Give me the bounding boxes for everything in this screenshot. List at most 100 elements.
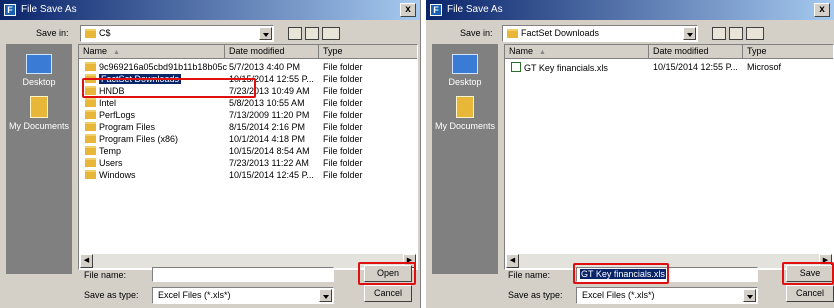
scroll-left-icon[interactable]: ◀ bbox=[506, 254, 519, 268]
list-item[interactable]: HNDB 7/23/2013 10:49 AM File folder bbox=[79, 85, 417, 97]
app-icon: F bbox=[430, 4, 442, 16]
item-date: 10/15/2014 12:55 P... bbox=[229, 74, 314, 84]
save-as-type-value: Excel Files (*.xls*) bbox=[582, 290, 655, 300]
close-button[interactable]: x bbox=[400, 3, 416, 17]
place-my-documents[interactable]: My Documents bbox=[432, 96, 498, 131]
cancel-button[interactable]: Cancel bbox=[364, 285, 412, 302]
item-type: File folder bbox=[323, 98, 363, 108]
item-date: 7/23/2013 10:49 AM bbox=[229, 86, 310, 96]
item-name: Intel bbox=[99, 98, 117, 108]
item-name: Windows bbox=[99, 170, 136, 180]
list-item[interactable]: Windows 10/15/2014 12:45 P... File folder bbox=[79, 169, 417, 181]
item-type: File folder bbox=[323, 170, 363, 180]
folder-icon bbox=[507, 29, 518, 39]
title-bar[interactable]: F File Save As x bbox=[426, 0, 834, 20]
horizontal-scrollbar[interactable]: ◀ ▶ bbox=[506, 254, 832, 268]
chevron-down-icon[interactable] bbox=[319, 289, 332, 302]
places-bar: Desktop My Documents bbox=[432, 44, 498, 274]
chevron-down-icon[interactable] bbox=[683, 27, 696, 40]
folder-icon bbox=[85, 134, 96, 143]
file-name-input[interactable] bbox=[152, 267, 334, 282]
save-as-type-dropdown[interactable]: Excel Files (*.xls*) bbox=[152, 287, 334, 304]
desktop-icon bbox=[26, 54, 52, 74]
folder-icon bbox=[85, 98, 96, 107]
column-header-type[interactable]: Type bbox=[319, 45, 417, 59]
list-item[interactable]: Temp 10/15/2014 8:54 AM File folder bbox=[79, 145, 417, 157]
item-name: PerfLogs bbox=[99, 110, 136, 120]
save-in-value: FactSet Downloads bbox=[521, 28, 600, 38]
new-folder-icon[interactable] bbox=[305, 27, 319, 40]
item-type: File folder bbox=[323, 158, 363, 168]
list-item[interactable]: Program Files 8/15/2014 2:16 PM File folde… bbox=[79, 121, 417, 133]
save-in-label: Save in: bbox=[460, 28, 493, 38]
file-name-label: File name: bbox=[84, 270, 127, 280]
chevron-down-icon[interactable] bbox=[259, 27, 272, 40]
documents-icon bbox=[30, 96, 48, 118]
documents-icon bbox=[456, 96, 474, 118]
item-date: 7/23/2013 11:22 AM bbox=[229, 158, 309, 168]
file-list[interactable]: Name ▲ Date modified Type 9c969216a05cbd9… bbox=[78, 44, 418, 270]
item-name: Program Files bbox=[99, 122, 156, 132]
folder-icon bbox=[85, 86, 96, 95]
item-date: 10/15/2014 12:55 P... bbox=[653, 62, 738, 72]
list-item[interactable]: Users 7/23/2013 11:22 AM File folder bbox=[79, 157, 417, 169]
column-header-date[interactable]: Date modified bbox=[649, 45, 743, 59]
up-folder-icon[interactable] bbox=[712, 27, 726, 40]
file-list[interactable]: Name ▲ Date modified Type GT Key financia… bbox=[504, 44, 834, 270]
item-name: Program Files (x86) bbox=[99, 134, 179, 144]
save-button[interactable]: Save bbox=[786, 265, 834, 282]
list-item[interactable]: Program Files (x86) 10/1/2014 4:18 PM File… bbox=[79, 133, 417, 145]
file-name-input[interactable]: GT Key financials.xls bbox=[576, 267, 758, 282]
view-menu-icon[interactable] bbox=[746, 27, 764, 40]
column-header-date[interactable]: Date modified bbox=[225, 45, 319, 59]
open-button[interactable]: Open bbox=[364, 265, 412, 282]
item-type: Microsof bbox=[747, 62, 782, 72]
file-save-as-dialog-left: F File Save As x Save in: C$ Desktop My … bbox=[0, 0, 421, 308]
place-desktop[interactable]: Desktop bbox=[6, 54, 72, 87]
dialog-title: File Save As bbox=[21, 4, 77, 15]
column-header-type[interactable]: Type bbox=[743, 45, 833, 59]
place-my-documents-label: My Documents bbox=[434, 121, 496, 131]
folder-icon bbox=[85, 29, 96, 39]
list-item[interactable]: PerfLogs 7/13/2009 11:20 PM File folder bbox=[79, 109, 417, 121]
save-as-type-label: Save as type: bbox=[508, 290, 563, 300]
save-in-value: C$ bbox=[99, 28, 111, 38]
up-folder-icon[interactable] bbox=[288, 27, 302, 40]
item-type: File folder bbox=[323, 86, 363, 96]
place-desktop[interactable]: Desktop bbox=[432, 54, 498, 87]
cancel-button[interactable]: Cancel bbox=[786, 285, 834, 302]
save-as-type-value: Excel Files (*.xls*) bbox=[158, 290, 231, 300]
list-item[interactable]: 9c969216a05cbd91b11b18b05c 5/7/2013 4:40 … bbox=[79, 61, 417, 73]
title-bar[interactable]: F File Save As x bbox=[0, 0, 420, 20]
item-date: 5/7/2013 4:40 PM bbox=[229, 62, 301, 72]
excel-file-icon bbox=[511, 62, 521, 72]
folder-icon bbox=[85, 74, 96, 83]
file-name-label: File name: bbox=[508, 270, 551, 280]
list-item[interactable]: GT Key financials.xls 10/15/2014 12:55 P.… bbox=[505, 61, 833, 73]
item-date: 7/13/2009 11:20 PM bbox=[229, 110, 310, 120]
file-name-value: GT Key financials.xls bbox=[580, 269, 666, 279]
close-button[interactable]: x bbox=[814, 3, 830, 17]
column-header-name[interactable]: Name ▲ bbox=[79, 45, 225, 59]
chevron-down-icon[interactable] bbox=[743, 289, 756, 302]
list-item[interactable]: Intel 5/8/2013 10:55 AM File folder bbox=[79, 97, 417, 109]
save-in-dropdown[interactable]: C$ bbox=[80, 25, 274, 42]
place-my-documents[interactable]: My Documents bbox=[6, 96, 72, 131]
item-date: 10/15/2014 12:45 P... bbox=[229, 170, 314, 180]
app-icon: F bbox=[4, 4, 16, 16]
item-type: File folder bbox=[323, 62, 363, 72]
scroll-left-icon[interactable]: ◀ bbox=[80, 254, 93, 268]
place-desktop-label: Desktop bbox=[22, 77, 56, 87]
item-type: File folder bbox=[323, 146, 363, 156]
view-menu-icon[interactable] bbox=[322, 27, 340, 40]
save-in-dropdown[interactable]: FactSet Downloads bbox=[502, 25, 698, 42]
new-folder-icon[interactable] bbox=[729, 27, 743, 40]
column-header-name[interactable]: Name ▲ bbox=[505, 45, 649, 59]
item-name: 9c969216a05cbd91b11b18b05c bbox=[99, 62, 227, 72]
save-as-type-dropdown[interactable]: Excel Files (*.xls*) bbox=[576, 287, 758, 304]
file-save-as-dialog-right: F File Save As x Save in: FactSet Downlo… bbox=[426, 0, 834, 308]
list-item[interactable]: FactSet Downloads 10/15/2014 12:55 P... Fi… bbox=[79, 73, 417, 85]
dialog-title: File Save As bbox=[447, 4, 503, 15]
item-type: File folder bbox=[323, 134, 363, 144]
item-name: Users bbox=[99, 158, 123, 168]
